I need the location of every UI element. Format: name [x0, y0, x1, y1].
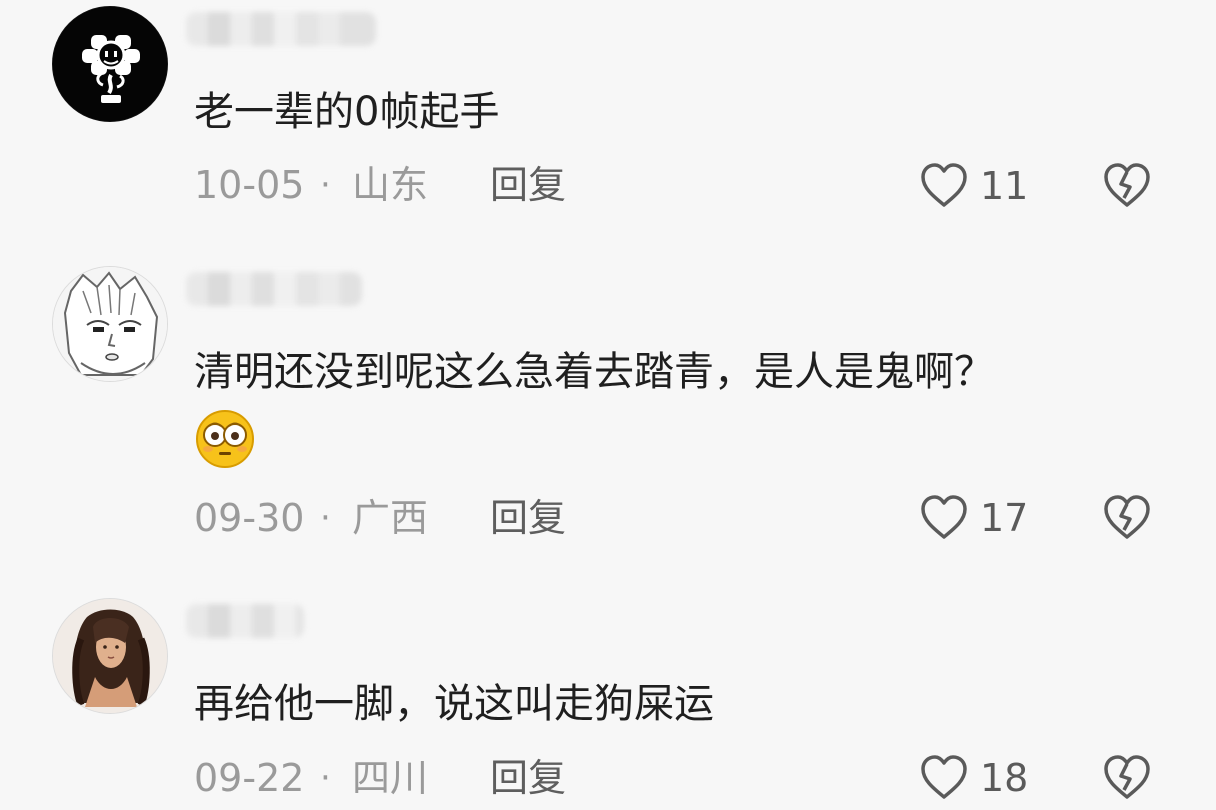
heart-icon — [921, 755, 967, 799]
comment-location: 四川 — [352, 756, 429, 800]
comment-item: 再给他一脚，说这叫走狗屎运 09-22 · 四川 回复 18 — [0, 0, 1216, 810]
like-button[interactable]: 18 — [918, 752, 1030, 804]
comment-date: 09-22 — [194, 756, 305, 800]
username-blurred — [186, 604, 304, 638]
reply-button[interactable]: 回复 — [490, 755, 566, 801]
broken-heart-icon — [1104, 755, 1150, 799]
like-count: 18 — [980, 756, 1029, 800]
portrait-avatar-icon — [53, 599, 167, 713]
comment-text: 再给他一脚，说这叫走狗屎运 — [194, 681, 714, 727]
meta-separator: · — [320, 758, 331, 798]
avatar[interactable] — [52, 598, 168, 714]
dislike-button[interactable] — [1100, 752, 1154, 804]
